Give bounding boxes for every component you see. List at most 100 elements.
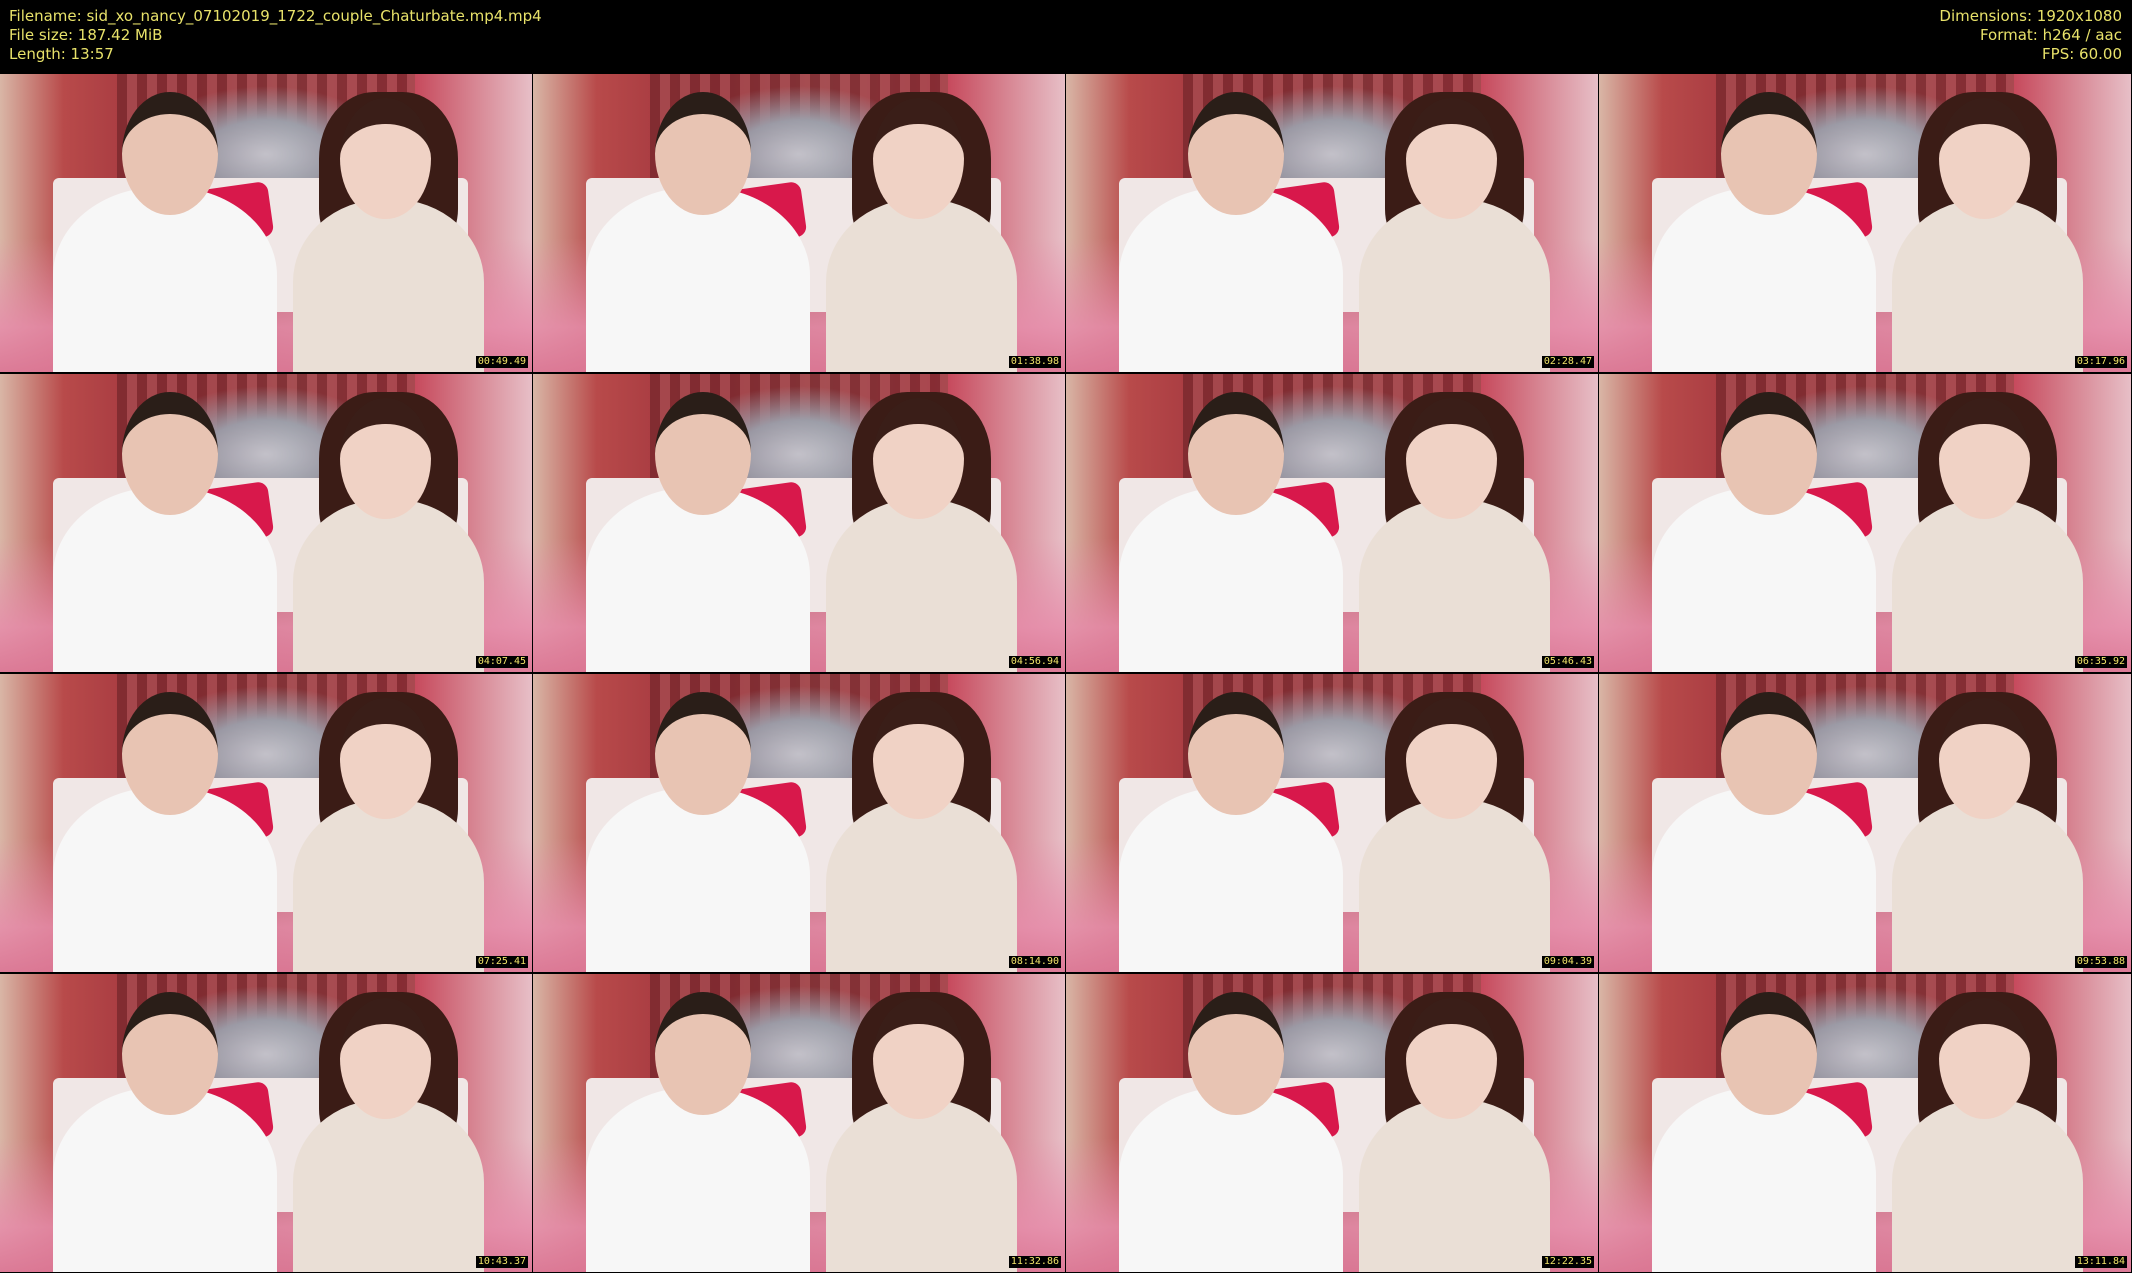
person-right bbox=[292, 799, 485, 972]
person-right bbox=[1891, 1099, 2084, 1272]
person-right bbox=[825, 199, 1018, 372]
person-left bbox=[586, 787, 810, 972]
person-left-head bbox=[122, 391, 219, 516]
person-left-head bbox=[655, 91, 752, 216]
person-right-head bbox=[873, 997, 964, 1120]
person-right bbox=[1358, 799, 1551, 972]
person-left-head bbox=[122, 991, 219, 1116]
video-thumbnail[interactable]: 00:49.49 bbox=[0, 74, 532, 372]
video-thumbnail[interactable]: 09:53.88 bbox=[1599, 674, 2131, 972]
timecode-badge: 09:53.88 bbox=[2074, 956, 2127, 968]
person-right-head bbox=[1939, 397, 2030, 520]
video-thumbnail[interactable]: 05:46.43 bbox=[1066, 374, 1598, 672]
person-left bbox=[1119, 1087, 1343, 1272]
person-left-head bbox=[655, 391, 752, 516]
person-left-head bbox=[1188, 691, 1285, 816]
person-left-head bbox=[1188, 991, 1285, 1116]
timecode-badge: 00:49.49 bbox=[475, 356, 528, 368]
timecode-badge: 02:28.47 bbox=[1541, 356, 1594, 368]
person-right-head bbox=[340, 997, 431, 1120]
person-left bbox=[1119, 187, 1343, 372]
filename-label: Filename: sid_xo_nancy_07102019_1722_cou… bbox=[9, 7, 542, 25]
person-left-head bbox=[1188, 91, 1285, 216]
person-left-head bbox=[655, 991, 752, 1116]
timecode-badge: 08:14.90 bbox=[1008, 956, 1061, 968]
person-left-head bbox=[1188, 391, 1285, 516]
video-thumbnail[interactable]: 11:32.86 bbox=[533, 974, 1065, 1272]
person-right-head bbox=[1406, 397, 1497, 520]
metadata-left: Filename: sid_xo_nancy_07102019_1722_cou… bbox=[9, 7, 542, 64]
timecode-badge: 12:22.35 bbox=[1541, 1256, 1594, 1268]
person-left bbox=[1652, 1087, 1876, 1272]
person-left-head bbox=[655, 691, 752, 816]
person-right bbox=[825, 799, 1018, 972]
person-right-head bbox=[340, 397, 431, 520]
format-label: Format: h264 / aac bbox=[1979, 26, 2122, 44]
timecode-badge: 04:07.45 bbox=[475, 656, 528, 668]
person-left bbox=[586, 1087, 810, 1272]
person-left-head bbox=[1721, 691, 1818, 816]
person-right-head bbox=[1406, 997, 1497, 1120]
person-left bbox=[53, 487, 277, 672]
filesize-label: File size: 187.42 MiB bbox=[9, 26, 163, 44]
person-left-head bbox=[122, 691, 219, 816]
timecode-badge: 07:25.41 bbox=[475, 956, 528, 968]
person-left bbox=[53, 1087, 277, 1272]
person-left bbox=[1119, 787, 1343, 972]
thumbnail-grid: 00:49.49 01:38.98 02:28.47 03:17.96 04:0… bbox=[0, 74, 2132, 1273]
person-left bbox=[1652, 187, 1876, 372]
person-right bbox=[292, 1099, 485, 1272]
person-right-head bbox=[1939, 997, 2030, 1120]
person-right-head bbox=[340, 97, 431, 220]
video-thumbnail[interactable]: 07:25.41 bbox=[0, 674, 532, 972]
person-right-head bbox=[340, 697, 431, 820]
person-left bbox=[1119, 487, 1343, 672]
dimensions-label: Dimensions: 1920x1080 bbox=[1939, 7, 2122, 25]
person-left bbox=[586, 487, 810, 672]
timecode-badge: 01:38.98 bbox=[1008, 356, 1061, 368]
person-right-head bbox=[1939, 697, 2030, 820]
metadata-header: Filename: sid_xo_nancy_07102019_1722_cou… bbox=[0, 0, 2132, 74]
person-left bbox=[53, 787, 277, 972]
timecode-badge: 10:43.37 bbox=[475, 1256, 528, 1268]
person-right bbox=[1891, 799, 2084, 972]
video-thumbnail[interactable]: 01:38.98 bbox=[533, 74, 1065, 372]
person-right bbox=[292, 199, 485, 372]
person-left bbox=[1652, 787, 1876, 972]
metadata-right: Dimensions: 1920x1080 Format: h264 / aac… bbox=[1939, 7, 2122, 64]
person-left-head bbox=[1721, 91, 1818, 216]
person-right-head bbox=[873, 97, 964, 220]
video-thumbnail[interactable]: 04:56.94 bbox=[533, 374, 1065, 672]
video-thumbnail[interactable]: 04:07.45 bbox=[0, 374, 532, 672]
video-thumbnail[interactable]: 02:28.47 bbox=[1066, 74, 1598, 372]
person-right bbox=[1891, 199, 2084, 372]
video-thumbnail[interactable]: 09:04.39 bbox=[1066, 674, 1598, 972]
timecode-badge: 05:46.43 bbox=[1541, 656, 1594, 668]
person-left bbox=[1652, 487, 1876, 672]
timecode-badge: 04:56.94 bbox=[1008, 656, 1061, 668]
timecode-badge: 09:04.39 bbox=[1541, 956, 1594, 968]
video-thumbnail[interactable]: 10:43.37 bbox=[0, 974, 532, 1272]
person-left-head bbox=[1721, 391, 1818, 516]
person-right-head bbox=[1406, 97, 1497, 220]
person-right bbox=[825, 1099, 1018, 1272]
person-left bbox=[586, 187, 810, 372]
fps-label: FPS: 60.00 bbox=[2042, 45, 2122, 63]
video-thumbnail[interactable]: 13:11.84 bbox=[1599, 974, 2131, 1272]
video-thumbnail[interactable]: 06:35.92 bbox=[1599, 374, 2131, 672]
person-right-head bbox=[1406, 697, 1497, 820]
video-thumbnail[interactable]: 12:22.35 bbox=[1066, 974, 1598, 1272]
person-right bbox=[1358, 199, 1551, 372]
timecode-badge: 11:32.86 bbox=[1008, 1256, 1061, 1268]
timecode-badge: 03:17.96 bbox=[2074, 356, 2127, 368]
person-right-head bbox=[873, 397, 964, 520]
video-thumbnail[interactable]: 08:14.90 bbox=[533, 674, 1065, 972]
person-left-head bbox=[1721, 991, 1818, 1116]
person-right bbox=[1891, 499, 2084, 672]
person-right bbox=[825, 499, 1018, 672]
video-thumbnail[interactable]: 03:17.96 bbox=[1599, 74, 2131, 372]
timecode-badge: 06:35.92 bbox=[2074, 656, 2127, 668]
timecode-badge: 13:11.84 bbox=[2074, 1256, 2127, 1268]
length-label: Length: 13:57 bbox=[9, 45, 114, 63]
person-left-head bbox=[122, 91, 219, 216]
